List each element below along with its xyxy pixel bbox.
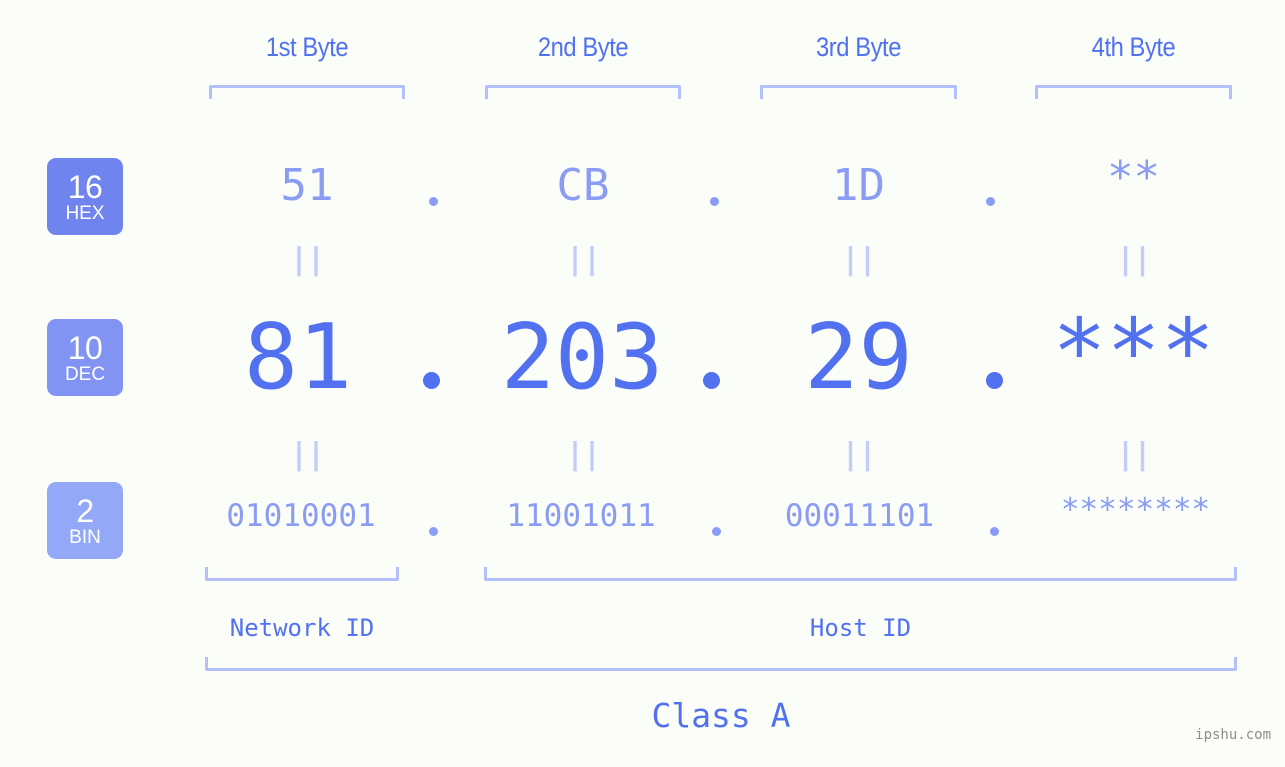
- class-bracket: [205, 657, 1237, 671]
- class-label: Class A: [651, 696, 791, 735]
- base-badge-hex-number: 16: [67, 168, 103, 205]
- byte-bracket-3: [760, 85, 957, 99]
- hex-byte-1: 51: [280, 160, 334, 211]
- network-id-label: Network ID: [229, 614, 375, 642]
- equals-mark-hexdec-3: ||: [841, 242, 876, 277]
- dec-byte-4: ***: [1052, 300, 1215, 405]
- byte-bracket-2: [485, 85, 681, 99]
- byte-header-2: 2nd Byte: [537, 32, 629, 62]
- base-badge-bin-name: BIN: [69, 526, 101, 548]
- network-id-bracket: [205, 567, 399, 581]
- dec-dot-1: [423, 372, 440, 389]
- base-badge-dec-name: DEC: [64, 363, 106, 385]
- base-badge-hex: 16 HEX: [47, 158, 123, 235]
- host-id-bracket: [484, 567, 1237, 581]
- equals-mark-hexdec-2: ||: [565, 242, 601, 277]
- byte-header-4: 4th Byte: [1091, 32, 1176, 62]
- equals-mark-decbin-1: ||: [289, 437, 325, 472]
- base-badge-hex-name: HEX: [65, 202, 105, 224]
- hex-byte-2: CB: [556, 160, 610, 211]
- hex-byte-4: **: [1107, 152, 1160, 203]
- byte-bracket-4: [1035, 85, 1232, 99]
- bin-byte-4: ********: [1060, 492, 1211, 528]
- base-badge-bin: 2 BIN: [47, 482, 123, 559]
- watermark: ipshu.com: [1195, 727, 1271, 743]
- equals-mark-decbin-3: ||: [841, 437, 876, 472]
- ip-breakdown-diagram: 1st Byte 2nd Byte 3rd Byte 4th Byte 16 H…: [0, 0, 1285, 767]
- dec-byte-2: 203: [500, 305, 664, 410]
- hex-dot-3: [986, 197, 995, 206]
- hex-byte-3: 1D: [832, 160, 885, 211]
- bin-dot-3: [990, 527, 999, 536]
- byte-bracket-1: [209, 85, 405, 99]
- hex-dot-1: [429, 197, 438, 206]
- hex-dot-2: [710, 197, 719, 206]
- dec-dot-2: [703, 372, 720, 389]
- equals-mark-hexdec-4: ||: [1116, 242, 1151, 277]
- host-id-label: Host ID: [809, 614, 912, 642]
- byte-header-1: 1st Byte: [265, 32, 349, 62]
- base-badge-bin-number: 2: [76, 492, 94, 529]
- base-badge-dec-number: 10: [67, 329, 103, 366]
- dec-byte-3: 29: [804, 305, 913, 410]
- base-badge-dec: 10 DEC: [47, 319, 123, 396]
- bin-byte-2: 11001011: [506, 498, 656, 534]
- bin-dot-2: [712, 527, 721, 536]
- dec-dot-3: [986, 372, 1003, 389]
- dec-byte-1: 81: [243, 305, 353, 410]
- bin-dot-1: [429, 527, 438, 536]
- equals-mark-hexdec-1: ||: [289, 242, 325, 277]
- equals-mark-decbin-4: ||: [1116, 437, 1151, 472]
- byte-header-3: 3rd Byte: [816, 32, 901, 62]
- bin-byte-1: 01010001: [226, 498, 376, 534]
- equals-mark-decbin-2: ||: [565, 437, 601, 472]
- bin-byte-3: 00011101: [784, 498, 935, 534]
